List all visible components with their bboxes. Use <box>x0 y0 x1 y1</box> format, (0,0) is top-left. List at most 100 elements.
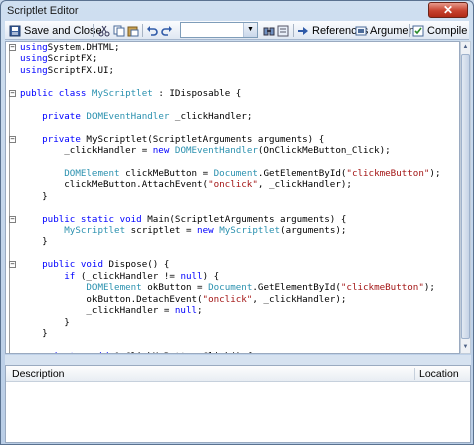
compile-label: Compile <box>427 24 468 37</box>
toolbar: Save and Close ▼ References Arguments Co… <box>5 21 469 40</box>
collapse-icon[interactable]: − <box>9 44 16 51</box>
code-token: public class <box>20 87 92 99</box>
code-line[interactable]: − public class MyScriptlet : IDisposable … <box>9 87 440 99</box>
code-line[interactable]: _clickHandler = null; <box>20 305 440 316</box>
code-token: private void <box>42 351 114 353</box>
code-line[interactable] <box>20 156 440 167</box>
cut-button[interactable] <box>98 22 110 39</box>
code-line[interactable]: usingScriptFX.UI; <box>20 65 440 76</box>
paste-button[interactable] <box>127 22 139 39</box>
redo-button[interactable] <box>161 22 173 39</box>
code-line[interactable]: − public void Dispose() { <box>9 259 440 271</box>
redo-icon <box>161 25 173 37</box>
code-token: scriptlet = <box>125 225 198 236</box>
compile-button[interactable]: Compile <box>412 22 467 39</box>
code-line[interactable]: okButton.DetachEvent("onclick", _clickHa… <box>20 294 440 305</box>
copy-button[interactable] <box>113 22 125 39</box>
code-token: .GetElementById( <box>257 167 347 179</box>
code-line[interactable] <box>20 202 440 213</box>
column-divider[interactable] <box>414 368 415 380</box>
paste-icon <box>127 25 139 37</box>
code-token: OnClickMeButton_Click() { <box>114 351 252 353</box>
code-token: } <box>20 236 48 248</box>
code-line[interactable]: if (_clickHandler != null) { <box>20 271 440 282</box>
chevron-down-icon[interactable]: ▼ <box>243 23 257 37</box>
code-token: Document <box>213 167 258 179</box>
find-button[interactable] <box>263 22 275 39</box>
replace-icon <box>277 25 289 37</box>
code-line[interactable] <box>20 248 440 259</box>
code-line[interactable]: − public static void Main(ScriptletArgum… <box>9 213 440 225</box>
scroll-down-icon[interactable]: ▼ <box>461 342 470 353</box>
code-token: } <box>20 316 70 328</box>
code-token: System.DHTML; <box>47 42 120 53</box>
code-editor[interactable]: − usingSystem.DHTML; usingScriptFX; usingSc… <box>5 41 460 354</box>
location-column-header[interactable]: Location <box>419 368 459 380</box>
code-line[interactable]: − private void OnClickMeButton_Click() { <box>9 351 440 353</box>
code-token: ; <box>197 305 203 317</box>
code-line[interactable]: MyScriptlet scriptlet = new MyScriptlet(… <box>20 225 440 236</box>
save-and-close-button[interactable]: Save and Close <box>9 22 102 39</box>
code-line[interactable] <box>20 339 440 350</box>
title-bar[interactable]: Scriptlet Editor ✕ <box>1 1 473 21</box>
code-line[interactable]: DOMElement clickMeButton = Document.GetE… <box>20 168 440 179</box>
code-token: "clickmeButton" <box>346 167 430 179</box>
code-token: ScriptFX.UI; <box>47 64 115 76</box>
code-line[interactable]: _clickHandler = new DOMEventHandler(OnCl… <box>20 145 440 156</box>
code-line[interactable] <box>20 76 440 87</box>
panel-splitter[interactable] <box>5 355 471 365</box>
code-token: "clickmeButton" <box>340 282 424 294</box>
code-token: public void <box>42 259 109 271</box>
close-button[interactable]: ✕ <box>428 2 468 18</box>
window-title: Scriptlet Editor <box>7 5 79 17</box>
compile-icon <box>412 25 424 37</box>
code-line[interactable]: } <box>20 317 440 328</box>
references-icon <box>297 25 309 37</box>
code-token: MyScriptlet <box>219 225 281 236</box>
code-token: using <box>20 42 48 53</box>
code-line[interactable]: } <box>20 328 440 339</box>
code-line[interactable]: − usingSystem.DHTML; <box>9 42 440 53</box>
code-line[interactable]: usingScriptFX; <box>20 53 440 64</box>
cut-icon <box>98 25 110 37</box>
collapse-icon[interactable]: − <box>9 352 16 353</box>
replace-button[interactable] <box>277 22 289 39</box>
code-line[interactable]: } <box>20 236 440 247</box>
scrollbar-thumb[interactable] <box>461 54 470 339</box>
code-token: private <box>42 133 87 145</box>
code-line[interactable] <box>20 122 440 133</box>
undo-button[interactable] <box>146 22 158 39</box>
code-line[interactable] <box>20 99 440 110</box>
code-text[interactable]: − usingSystem.DHTML; usingScriptFX; usingSc… <box>9 42 440 353</box>
code-token: : IDisposable { <box>152 87 242 99</box>
code-token: private <box>42 110 87 122</box>
collapse-icon[interactable]: − <box>9 215 16 223</box>
code-token: okButton.DetachEvent( <box>20 293 203 305</box>
error-list-panel: Description Location <box>5 365 471 443</box>
editor-vertical-scrollbar[interactable]: ▲ ▼ <box>460 41 471 354</box>
code-line[interactable]: DOMElement okButton = Document.GetElemen… <box>20 282 440 293</box>
code-token: MyScriptlet <box>64 225 126 236</box>
scroll-up-icon[interactable]: ▲ <box>461 42 470 53</box>
code-token: Main(ScriptletArguments arguments) { <box>147 213 347 225</box>
code-token: (_clickHandler != <box>80 270 181 282</box>
code-line[interactable]: − private MyScriptlet(ScriptletArguments… <box>9 133 440 145</box>
collapse-icon[interactable]: − <box>9 89 16 97</box>
code-token: null <box>180 270 203 282</box>
description-column-header[interactable]: Description <box>12 368 65 380</box>
code-line[interactable]: } <box>20 191 440 202</box>
code-token: Dispose() { <box>108 259 170 271</box>
code-line[interactable]: private DOMEventHandler _clickHandler; <box>20 111 440 122</box>
code-token: new <box>197 225 220 236</box>
code-token: ScriptFX; <box>47 53 98 65</box>
collapse-icon[interactable]: − <box>9 261 16 269</box>
code-token: (arguments); <box>280 225 347 236</box>
code-token: okButton = <box>141 282 209 294</box>
search-combo[interactable]: ▼ <box>180 22 258 38</box>
code-line[interactable]: clickMeButton.AttachEvent("onclick", _cl… <box>20 179 440 190</box>
code-token: ); <box>429 167 441 179</box>
collapse-icon[interactable]: − <box>9 135 16 143</box>
